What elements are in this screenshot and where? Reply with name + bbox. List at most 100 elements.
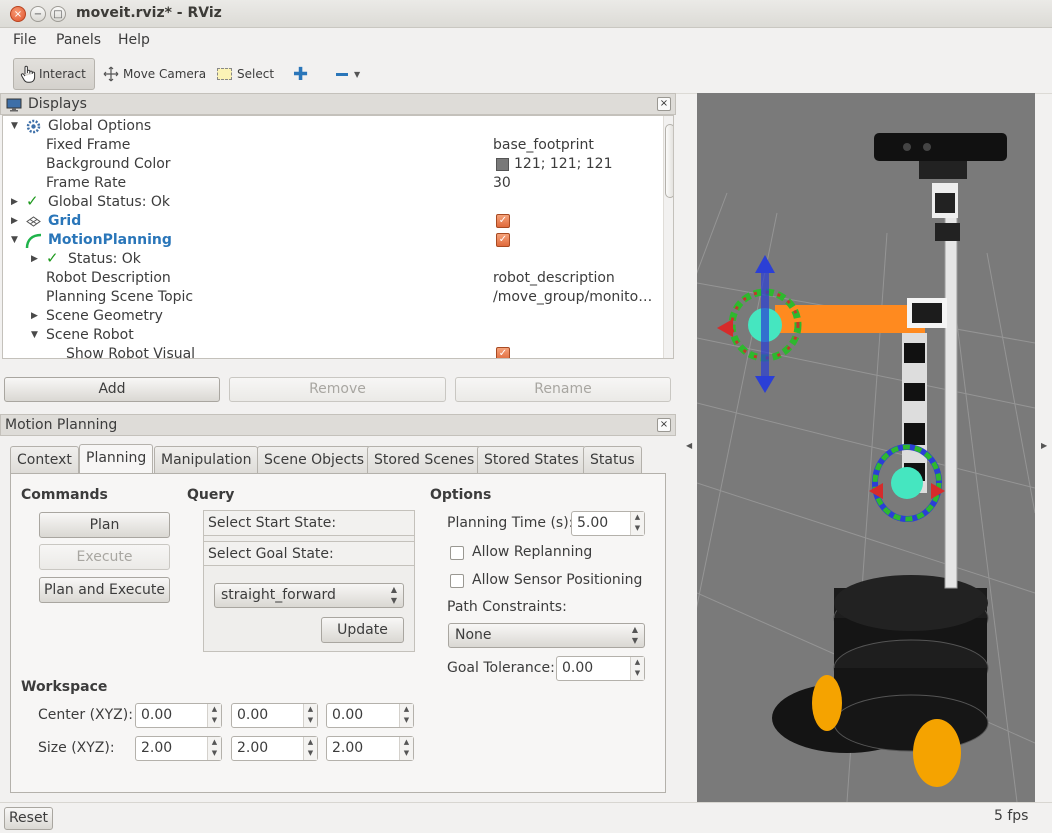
grid-enabled-checkbox[interactable]: ✓ (496, 214, 510, 228)
menu-file[interactable]: File (13, 32, 36, 48)
select-box-icon (217, 68, 232, 80)
size-y-input[interactable]: 2.00 ▲ ▼ (231, 736, 318, 761)
window-close-button[interactable]: × (10, 6, 26, 22)
combo-arrows-icon: ▲ ▼ (631, 625, 638, 645)
tab-scene-objects[interactable]: Scene Objects (257, 446, 372, 473)
size-z-value: 2.00 (332, 740, 364, 756)
allow-sensor-positioning-label: Allow Sensor Positioning (472, 572, 643, 588)
size-xyz-label: Size (XYZ): (38, 740, 115, 756)
tab-planning[interactable]: Planning (79, 444, 154, 474)
tree-row-background-color[interactable]: Background Color 121; 121; 121 (3, 155, 663, 174)
goal-state-value: straight_forward (221, 587, 336, 603)
left-splitter-arrow-icon[interactable]: ◀ (686, 441, 692, 450)
allow-replanning-label: Allow Replanning (472, 544, 593, 560)
tree-label: MotionPlanning (48, 232, 172, 248)
execute-button[interactable]: Execute (39, 544, 170, 570)
color-swatch[interactable] (496, 158, 509, 171)
plan-button[interactable]: Plan (39, 512, 170, 538)
tab-stored-states[interactable]: Stored States (477, 446, 586, 473)
window-minimize-button[interactable]: − (30, 6, 46, 22)
tree-row-status-ok[interactable]: ▶ ✓ Status: Ok (3, 249, 663, 269)
add-display-button[interactable]: Add (4, 377, 220, 402)
workspace-title: Workspace (21, 679, 108, 695)
motion-planning-enabled-checkbox[interactable]: ✓ (496, 233, 510, 247)
interact-tool-button[interactable]: Interact (13, 58, 95, 90)
planning-tab-body: Commands Plan Execute Plan and Execute Q… (10, 473, 666, 793)
background-color-value[interactable]: 121; 121; 121 (514, 155, 613, 174)
query-group: Select Start State: Select Goal State: s… (203, 510, 415, 652)
tree-label: Robot Description (46, 270, 171, 286)
tree-label: Background Color (46, 156, 171, 172)
tree-row-fixed-frame[interactable]: Fixed Frame base_footprint (3, 136, 663, 155)
plan-and-execute-button[interactable]: Plan and Execute (39, 577, 170, 603)
menu-help[interactable]: Help (118, 32, 150, 48)
reset-button[interactable]: Reset (4, 807, 53, 830)
tree-row-scene-robot[interactable]: ▼ Scene Robot (3, 326, 663, 345)
tree-label: Grid (48, 213, 82, 229)
fps-readout: 5 fps (994, 808, 1029, 824)
tree-row-global-status[interactable]: ▶ ✓ Global Status: Ok (3, 192, 663, 212)
add-tool-button[interactable]: ✚ (287, 58, 314, 90)
planning-scene-topic-value[interactable]: /move_group/monito… (493, 288, 652, 307)
goal-tolerance-input[interactable]: 0.00 ▲ ▼ (556, 656, 645, 681)
tab-manipulation[interactable]: Manipulation (154, 446, 259, 473)
tree-row-robot-description[interactable]: Robot Description robot_description (3, 269, 663, 288)
center-z-input[interactable]: 0.00 ▲ ▼ (326, 703, 414, 728)
goal-state-dropdown[interactable]: straight_forward ▲ ▼ (214, 583, 404, 608)
update-button[interactable]: Update (321, 617, 404, 643)
spin-arrows-icon[interactable]: ▲ ▼ (630, 512, 644, 535)
goal-tolerance-value: 0.00 (562, 660, 594, 676)
tree-row-frame-rate[interactable]: Frame Rate 30 (3, 174, 663, 193)
spin-arrows-icon[interactable]: ▲ ▼ (207, 737, 221, 760)
3d-viewport[interactable] (697, 93, 1035, 802)
rename-display-button[interactable]: Rename (455, 377, 671, 402)
remove-display-button[interactable]: Remove (229, 377, 446, 402)
tree-row-planning-scene-topic[interactable]: Planning Scene Topic /move_group/monito… (3, 288, 663, 307)
right-splitter-arrow-icon[interactable]: ▶ (1041, 441, 1047, 450)
robot-description-value[interactable]: robot_description (493, 269, 615, 288)
tree-label: Scene Robot (46, 327, 134, 343)
tab-stored-scenes[interactable]: Stored Scenes (367, 446, 482, 473)
tree-row-show-robot-visual[interactable]: Show Robot Visual ✓ (3, 345, 663, 358)
center-x-input[interactable]: 0.00 ▲ ▼ (135, 703, 222, 728)
window-maximize-button[interactable]: □ (50, 6, 66, 22)
tree-label: Status: Ok (68, 251, 141, 267)
planning-time-input[interactable]: 5.00 ▲ ▼ (571, 511, 645, 536)
tree-row-grid[interactable]: ▶ Grid ✓ (3, 212, 663, 231)
allow-replanning-checkbox[interactable] (450, 546, 464, 560)
frame-rate-value[interactable]: 30 (493, 174, 511, 193)
displays-close-button[interactable]: × (657, 97, 671, 111)
center-y-input[interactable]: 0.00 ▲ ▼ (231, 703, 318, 728)
select-goal-state[interactable]: Select Goal State: (204, 541, 414, 566)
move-camera-tool-button[interactable]: Move Camera (97, 58, 212, 90)
select-start-state[interactable]: Select Start State: (204, 511, 414, 536)
spin-arrows-icon[interactable]: ▲ ▼ (303, 737, 317, 760)
plus-icon: ✚ (293, 63, 309, 85)
show-robot-visual-checkbox[interactable]: ✓ (496, 347, 510, 358)
spin-arrows-icon[interactable]: ▲ ▼ (630, 657, 644, 680)
tree-row-scene-geometry[interactable]: ▶ Scene Geometry (3, 307, 663, 326)
select-tool-button[interactable]: Select (211, 58, 280, 90)
remove-tool-button[interactable]: ▼ (330, 58, 366, 90)
tab-status[interactable]: Status (583, 446, 642, 473)
path-constraints-dropdown[interactable]: None ▲ ▼ (448, 623, 645, 648)
tab-context[interactable]: Context (10, 446, 79, 473)
size-z-input[interactable]: 2.00 ▲ ▼ (326, 736, 414, 761)
menu-panels[interactable]: Panels (56, 32, 101, 48)
tree-row-motion-planning[interactable]: ▼ MotionPlanning ✓ (3, 231, 663, 250)
scrollbar-thumb[interactable] (665, 124, 673, 198)
spin-arrows-icon[interactable]: ▲ ▼ (303, 704, 317, 727)
spin-arrows-icon[interactable]: ▲ ▼ (399, 704, 413, 727)
motion-planning-close-button[interactable]: × (657, 418, 671, 432)
tree-row-global-options[interactable]: ▼ Global Options (3, 117, 663, 136)
spin-arrows-icon[interactable]: ▲ ▼ (399, 737, 413, 760)
allow-sensor-positioning-checkbox[interactable] (450, 574, 464, 588)
size-x-input[interactable]: 2.00 ▲ ▼ (135, 736, 222, 761)
spin-arrows-icon[interactable]: ▲ ▼ (207, 704, 221, 727)
motion-planning-title-bar: Motion Planning × (0, 414, 676, 436)
robot-scene-render (697, 93, 1035, 802)
collapsed-arrow-icon: ▶ (31, 311, 38, 321)
expanded-arrow-icon: ▼ (11, 235, 18, 245)
fixed-frame-value[interactable]: base_footprint (493, 136, 594, 155)
displays-scrollbar[interactable] (663, 116, 673, 358)
